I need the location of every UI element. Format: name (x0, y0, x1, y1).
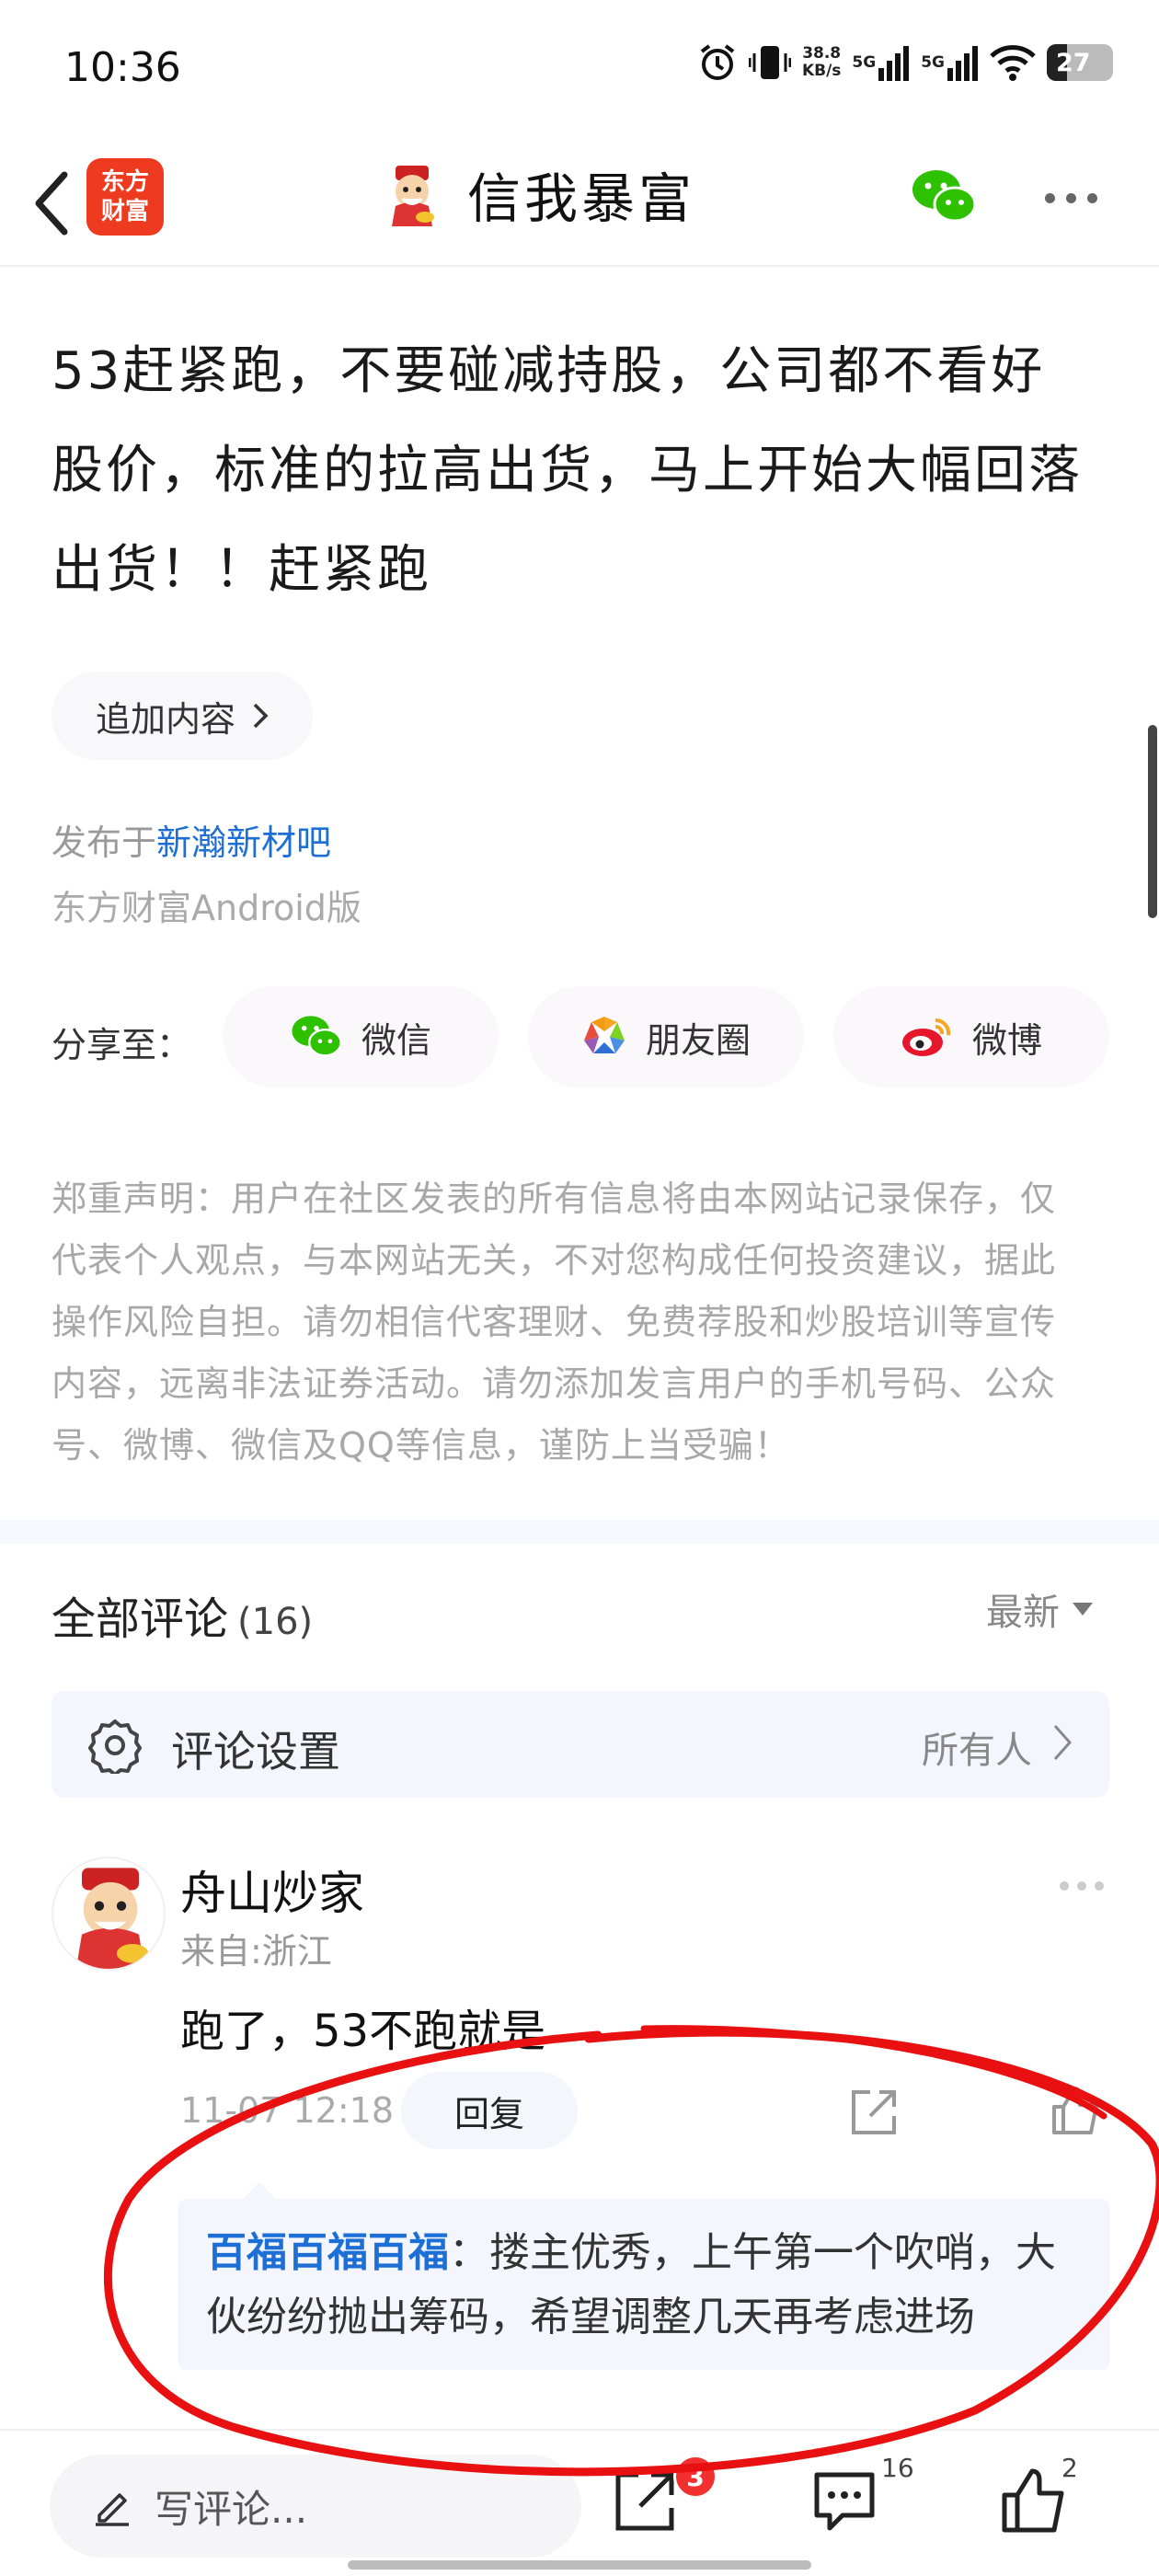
signal-sim2: 5G (921, 44, 979, 81)
comment-like-icon[interactable] (1049, 2083, 1104, 2138)
signal-sim1: 5G (852, 44, 910, 81)
reply-text: ：搂主优秀，上午第一个吹哨，大 (449, 2229, 1056, 2276)
disclaimer: 郑重声明：用户在社区发表的所有信息将由本网站记录保存，仅 代表个人观点，与本网站… (52, 1168, 1119, 1477)
published-prefix: 发布于 (52, 822, 157, 863)
forum-title: 信我暴富 (467, 167, 696, 230)
forum-avatar[interactable] (379, 162, 445, 228)
logo-line2: 财富 (100, 198, 149, 225)
share-external-icon[interactable] (848, 2087, 900, 2138)
app-logo[interactable]: 东方 财富 (86, 158, 164, 236)
comments-title: 全部评论 (52, 1593, 229, 1645)
comment-location: 来自:浙江 (180, 1931, 332, 1972)
post-line: 股价，标准的拉高出货，马上开始大幅回落 (52, 441, 1083, 500)
net-speed-value: 38.8 (802, 44, 842, 63)
post-body: 53赶紧跑，不要碰减持股，公司都不看好 股价，标准的拉高出货，马上开始大幅回落 … (52, 322, 1119, 620)
forum-link[interactable]: 新瀚新材吧 (156, 822, 331, 863)
post-line: 53赶紧跑，不要碰减持股，公司都不看好 (52, 341, 1046, 401)
logo-line1: 东方 (100, 168, 149, 196)
reply-button[interactable]: 回复 (401, 2072, 578, 2149)
reply-preview[interactable]: 百福百福百福：搂主优秀，上午第一个吹哨，大 伙纷纷抛出筹码，希望调整几天再考虑进… (178, 2199, 1109, 2370)
share-weibo-label: 微博 (971, 1019, 1042, 1061)
share-label: 分享至： (52, 1025, 192, 1065)
wifi-icon (990, 44, 1036, 81)
comments-count: (16) (237, 1601, 314, 1643)
disclaimer-line: 郑重声明：用户在社区发表的所有信息将由本网站记录保存，仅 (52, 1179, 1057, 1219)
comment-avatar[interactable] (52, 1857, 166, 1971)
comment-text: 跑了，53不跑就是 (180, 2006, 546, 2057)
comment-username[interactable]: 舟山炒家 (180, 1857, 364, 1923)
chevron-right-icon (1052, 1722, 1073, 1766)
more-menu-button[interactable] (1045, 193, 1097, 203)
share-moments-label: 朋友圈 (645, 1019, 751, 1061)
comment-more-button[interactable] (1060, 1881, 1104, 1891)
sim1-label: 5G (852, 53, 877, 72)
net-speed-unit: KB/s (801, 62, 842, 80)
moments-icon (583, 1017, 625, 1053)
comment-settings-value: 所有人 (922, 1730, 1032, 1772)
comment-settings-bar[interactable]: 评论设置 所有人 (52, 1691, 1109, 1798)
published-in: 发布于新瀚新材吧 (52, 814, 331, 865)
write-comment-placeholder: 写评论... (155, 2486, 308, 2532)
signal-bars-icon (947, 46, 978, 81)
reply-line: 伙纷纷抛出筹码，希望调整几天再考虑进场 (206, 2294, 975, 2340)
append-content-button[interactable]: 追加内容 (52, 672, 314, 760)
alarm-icon (697, 42, 738, 83)
sort-dropdown[interactable]: 最新 (986, 1582, 1093, 1636)
disclaimer-line: 内容，远离非法证券活动。请勿添加发言用户的手机号码、公众 (52, 1363, 1057, 1404)
comment-time: 11-07 12:18 (180, 2090, 395, 2131)
append-content-label: 追加内容 (96, 698, 236, 740)
share-wechat-button[interactable]: 微信 (223, 986, 499, 1087)
like-icon[interactable] (999, 2466, 1069, 2536)
section-divider (0, 1520, 1159, 1544)
status-icons: 38.8 KB/s 5G 5G 27 (697, 42, 1113, 83)
vibrate-icon (748, 42, 791, 83)
share-wechat-label: 微信 (361, 1019, 431, 1061)
chevron-left-icon (35, 171, 68, 236)
disclaimer-line: 代表个人观点，与本网站无关，不对您构成任何投资建议，据此 (52, 1240, 1057, 1281)
scrollbar[interactable] (1148, 725, 1157, 918)
comments-header: 全部评论 (16) (52, 1582, 313, 1647)
disclaimer-line: 号、微博、微信及QQ等信息，谨防上当受骗！ (52, 1425, 790, 1466)
post-line: 出货！！赶紧跑 (52, 540, 431, 600)
comment-icon[interactable] (809, 2466, 879, 2536)
wechat-icon (292, 1016, 342, 1057)
post-source: 东方财富Android版 (52, 888, 361, 928)
back-button[interactable] (24, 162, 79, 245)
gear-icon (86, 1717, 143, 1777)
battery-indicator: 27 (1047, 44, 1113, 81)
status-time: 10:36 (64, 44, 181, 91)
chevron-right-icon (253, 703, 269, 729)
like-count: 2 (1061, 2453, 1078, 2483)
sort-label: 最新 (986, 1592, 1060, 1634)
signal-bars-icon (878, 46, 910, 81)
triangle-down-icon (1073, 1603, 1093, 1616)
share-weibo-button[interactable]: 微博 (833, 986, 1109, 1087)
comment-settings-label: 评论设置 (171, 1727, 340, 1777)
sim2-label: 5G (921, 53, 945, 72)
share-moments-button[interactable]: 朋友圈 (528, 986, 804, 1087)
write-comment-input[interactable]: 写评论... (50, 2455, 581, 2558)
reply-line: 百福百福百福：搂主优秀，上午第一个吹哨，大 (206, 2221, 1082, 2285)
share-badge: 3 (673, 2455, 717, 2499)
top-nav-bar: 东方 财富 信我暴富 (0, 138, 1159, 267)
comment-count: 16 (881, 2453, 914, 2483)
net-speed: 38.8 KB/s (802, 45, 841, 80)
bottom-action-bar: 写评论... 3 16 2 (0, 2429, 1159, 2576)
battery-level: 27 (1056, 48, 1091, 77)
reply-pointer (241, 2182, 278, 2201)
reply-username[interactable]: 百福百福百福 (206, 2229, 449, 2276)
wechat-share-icon[interactable] (911, 167, 977, 226)
disclaimer-line: 操作风险自担。请勿相信代客理财、免费荐股和炒股培训等宣传 (52, 1302, 1057, 1342)
share-post-icon[interactable] (611, 2466, 681, 2536)
weibo-icon (901, 1018, 951, 1056)
pencil-icon (96, 2493, 129, 2526)
home-indicator[interactable] (348, 2560, 811, 2570)
